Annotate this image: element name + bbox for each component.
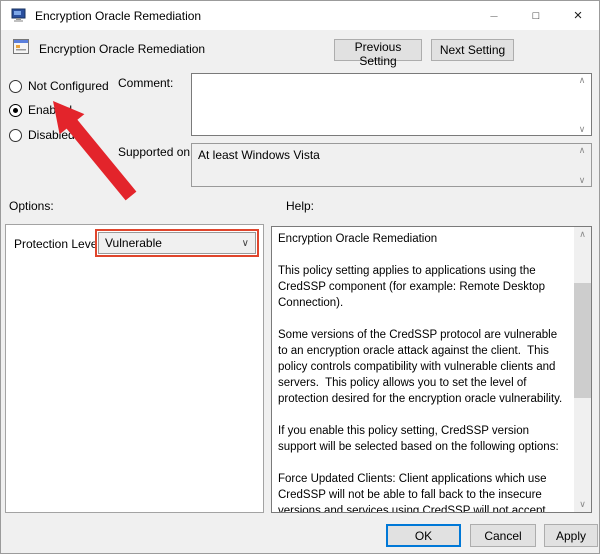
supported-on-value: At least Windows Vista bbox=[198, 148, 320, 162]
app-icon bbox=[11, 8, 27, 23]
help-section-label: Help: bbox=[286, 199, 314, 213]
radio-circle-icon[interactable] bbox=[9, 129, 22, 142]
protection-level-value: Vulnerable bbox=[105, 236, 162, 250]
supported-scrollbar[interactable]: ∧ ∨ bbox=[575, 145, 589, 185]
radio-label: Disabled bbox=[28, 128, 75, 142]
scroll-down-icon[interactable]: ∨ bbox=[574, 497, 591, 512]
scroll-up-icon[interactable]: ∧ bbox=[579, 75, 586, 85]
options-section-label: Options: bbox=[9, 199, 54, 213]
window-title: Encryption Oracle Remediation bbox=[35, 9, 201, 23]
ok-button[interactable]: OK bbox=[386, 524, 461, 547]
help-scrollbar[interactable]: ∧ ∨ bbox=[574, 227, 591, 512]
next-setting-button[interactable]: Next Setting bbox=[431, 39, 514, 61]
supported-on-label: Supported on: bbox=[118, 145, 193, 159]
help-text: Encryption Oracle Remediation This polic… bbox=[278, 231, 567, 512]
scrollbar-thumb[interactable] bbox=[574, 283, 591, 398]
protection-level-dropdown[interactable]: Vulnerable ∨ bbox=[98, 232, 256, 254]
scroll-down-icon[interactable]: ∨ bbox=[579, 175, 586, 185]
scroll-up-icon[interactable]: ∧ bbox=[574, 227, 591, 242]
close-button[interactable]: × bbox=[557, 1, 599, 30]
scroll-up-icon[interactable]: ∧ bbox=[579, 145, 586, 155]
previous-setting-button[interactable]: Previous Setting bbox=[334, 39, 422, 61]
radio-disabled[interactable]: Disabled bbox=[9, 127, 75, 143]
chevron-down-icon: ∨ bbox=[242, 238, 249, 249]
minimize-button[interactable]: – bbox=[473, 1, 515, 30]
scroll-down-icon[interactable]: ∨ bbox=[579, 124, 586, 134]
protection-level-label: Protection Level: bbox=[14, 237, 103, 251]
options-panel: Protection Level: Vulnerable ∨ bbox=[5, 224, 264, 513]
comment-label: Comment: bbox=[118, 76, 173, 90]
radio-circle-icon[interactable] bbox=[9, 104, 22, 117]
radio-label: Not Configured bbox=[28, 79, 109, 93]
setting-name-label: Encryption Oracle Remediation bbox=[39, 42, 205, 56]
radio-enabled[interactable]: Enabled bbox=[9, 102, 72, 118]
radio-label: Enabled bbox=[28, 103, 72, 117]
comment-input[interactable]: ∧ ∨ bbox=[191, 73, 592, 136]
help-panel: Encryption Oracle Remediation This polic… bbox=[271, 226, 592, 513]
supported-on-box: At least Windows Vista ∧ ∨ bbox=[191, 143, 592, 187]
radio-circle-icon[interactable] bbox=[9, 80, 22, 93]
radio-not-configured[interactable]: Not Configured bbox=[9, 78, 109, 94]
title-bar[interactable]: Encryption Oracle Remediation – □ × bbox=[1, 1, 599, 30]
policy-setting-dialog: Encryption Oracle Remediation – □ × Encr… bbox=[0, 0, 600, 554]
policy-setting-icon bbox=[13, 39, 29, 54]
apply-button[interactable]: Apply bbox=[544, 524, 598, 547]
comment-scrollbar[interactable]: ∧ ∨ bbox=[575, 75, 589, 134]
maximize-button[interactable]: □ bbox=[515, 1, 557, 30]
cancel-button[interactable]: Cancel bbox=[470, 524, 536, 547]
